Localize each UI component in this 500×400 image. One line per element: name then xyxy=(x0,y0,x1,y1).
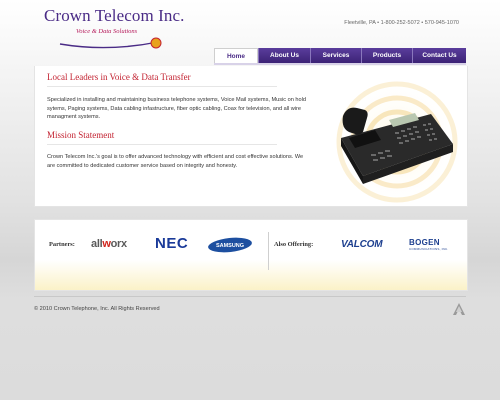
heading-mission-statement: Mission Statement xyxy=(47,130,115,140)
main-nav: Home About Us Services Products Contact … xyxy=(214,48,466,64)
partners-panel: Partners: allworx NEC SAMSUNG Also Offer… xyxy=(34,219,468,291)
samsung-logo-text: SAMSUNG xyxy=(216,243,244,249)
company-logo[interactable]: Crown Telecom Inc. Voice & Data Solution… xyxy=(44,6,204,50)
mission-paragraph: Crown Telecom Inc.'s goal is to offer ad… xyxy=(47,154,304,169)
also-offering-label: Also Offering: xyxy=(274,241,314,248)
desk-phone-image xyxy=(341,107,453,184)
allworx-text-part: w xyxy=(102,238,111,250)
heading-local-leaders: Local Leaders in Voice & Data Transfer xyxy=(47,72,191,82)
heading-rule xyxy=(47,144,277,145)
footer-copyright: © 2010 Crown Telephone, Inc. All Rights … xyxy=(34,306,160,312)
bogen-logo[interactable]: BOGEN COMMUNICATIONS, INC. xyxy=(409,238,448,251)
contact-info: Fleetville, PA • 1-800-252-5072 • 570-94… xyxy=(344,20,459,26)
allworx-text-part: orx xyxy=(110,238,128,250)
main-content: Local Leaders in Voice & Data Transfer S… xyxy=(34,66,468,207)
tab-contact-us[interactable]: Contact Us xyxy=(412,48,466,64)
partners-divider xyxy=(268,232,269,270)
services-paragraph: Specialized in installing and maintainin… xyxy=(47,97,307,121)
footer-divider xyxy=(34,296,466,297)
nav-underline xyxy=(214,63,466,65)
allworx-logo[interactable]: allworx xyxy=(91,238,127,250)
partners-label: Partners: xyxy=(49,241,75,248)
footer-mark-icon xyxy=(453,303,465,315)
bogen-logo-text: BOGEN xyxy=(409,238,440,247)
heading-rule xyxy=(47,86,277,87)
partners-background-band xyxy=(35,260,467,290)
tab-home[interactable]: Home xyxy=(214,48,258,64)
tab-products[interactable]: Products xyxy=(361,48,412,64)
samsung-logo[interactable]: SAMSUNG xyxy=(207,237,253,253)
valcom-logo[interactable]: VALCOM xyxy=(341,239,383,250)
tab-services[interactable]: Services xyxy=(310,48,361,64)
logo-swoosh-icon xyxy=(59,37,162,49)
nec-logo[interactable]: NEC xyxy=(155,235,188,252)
tab-about-us[interactable]: About Us xyxy=(258,48,310,64)
bogen-logo-subtext: COMMUNICATIONS, INC. xyxy=(409,247,449,251)
allworx-text-part: all xyxy=(91,238,103,250)
company-name: Crown Telecom Inc. xyxy=(44,6,185,25)
